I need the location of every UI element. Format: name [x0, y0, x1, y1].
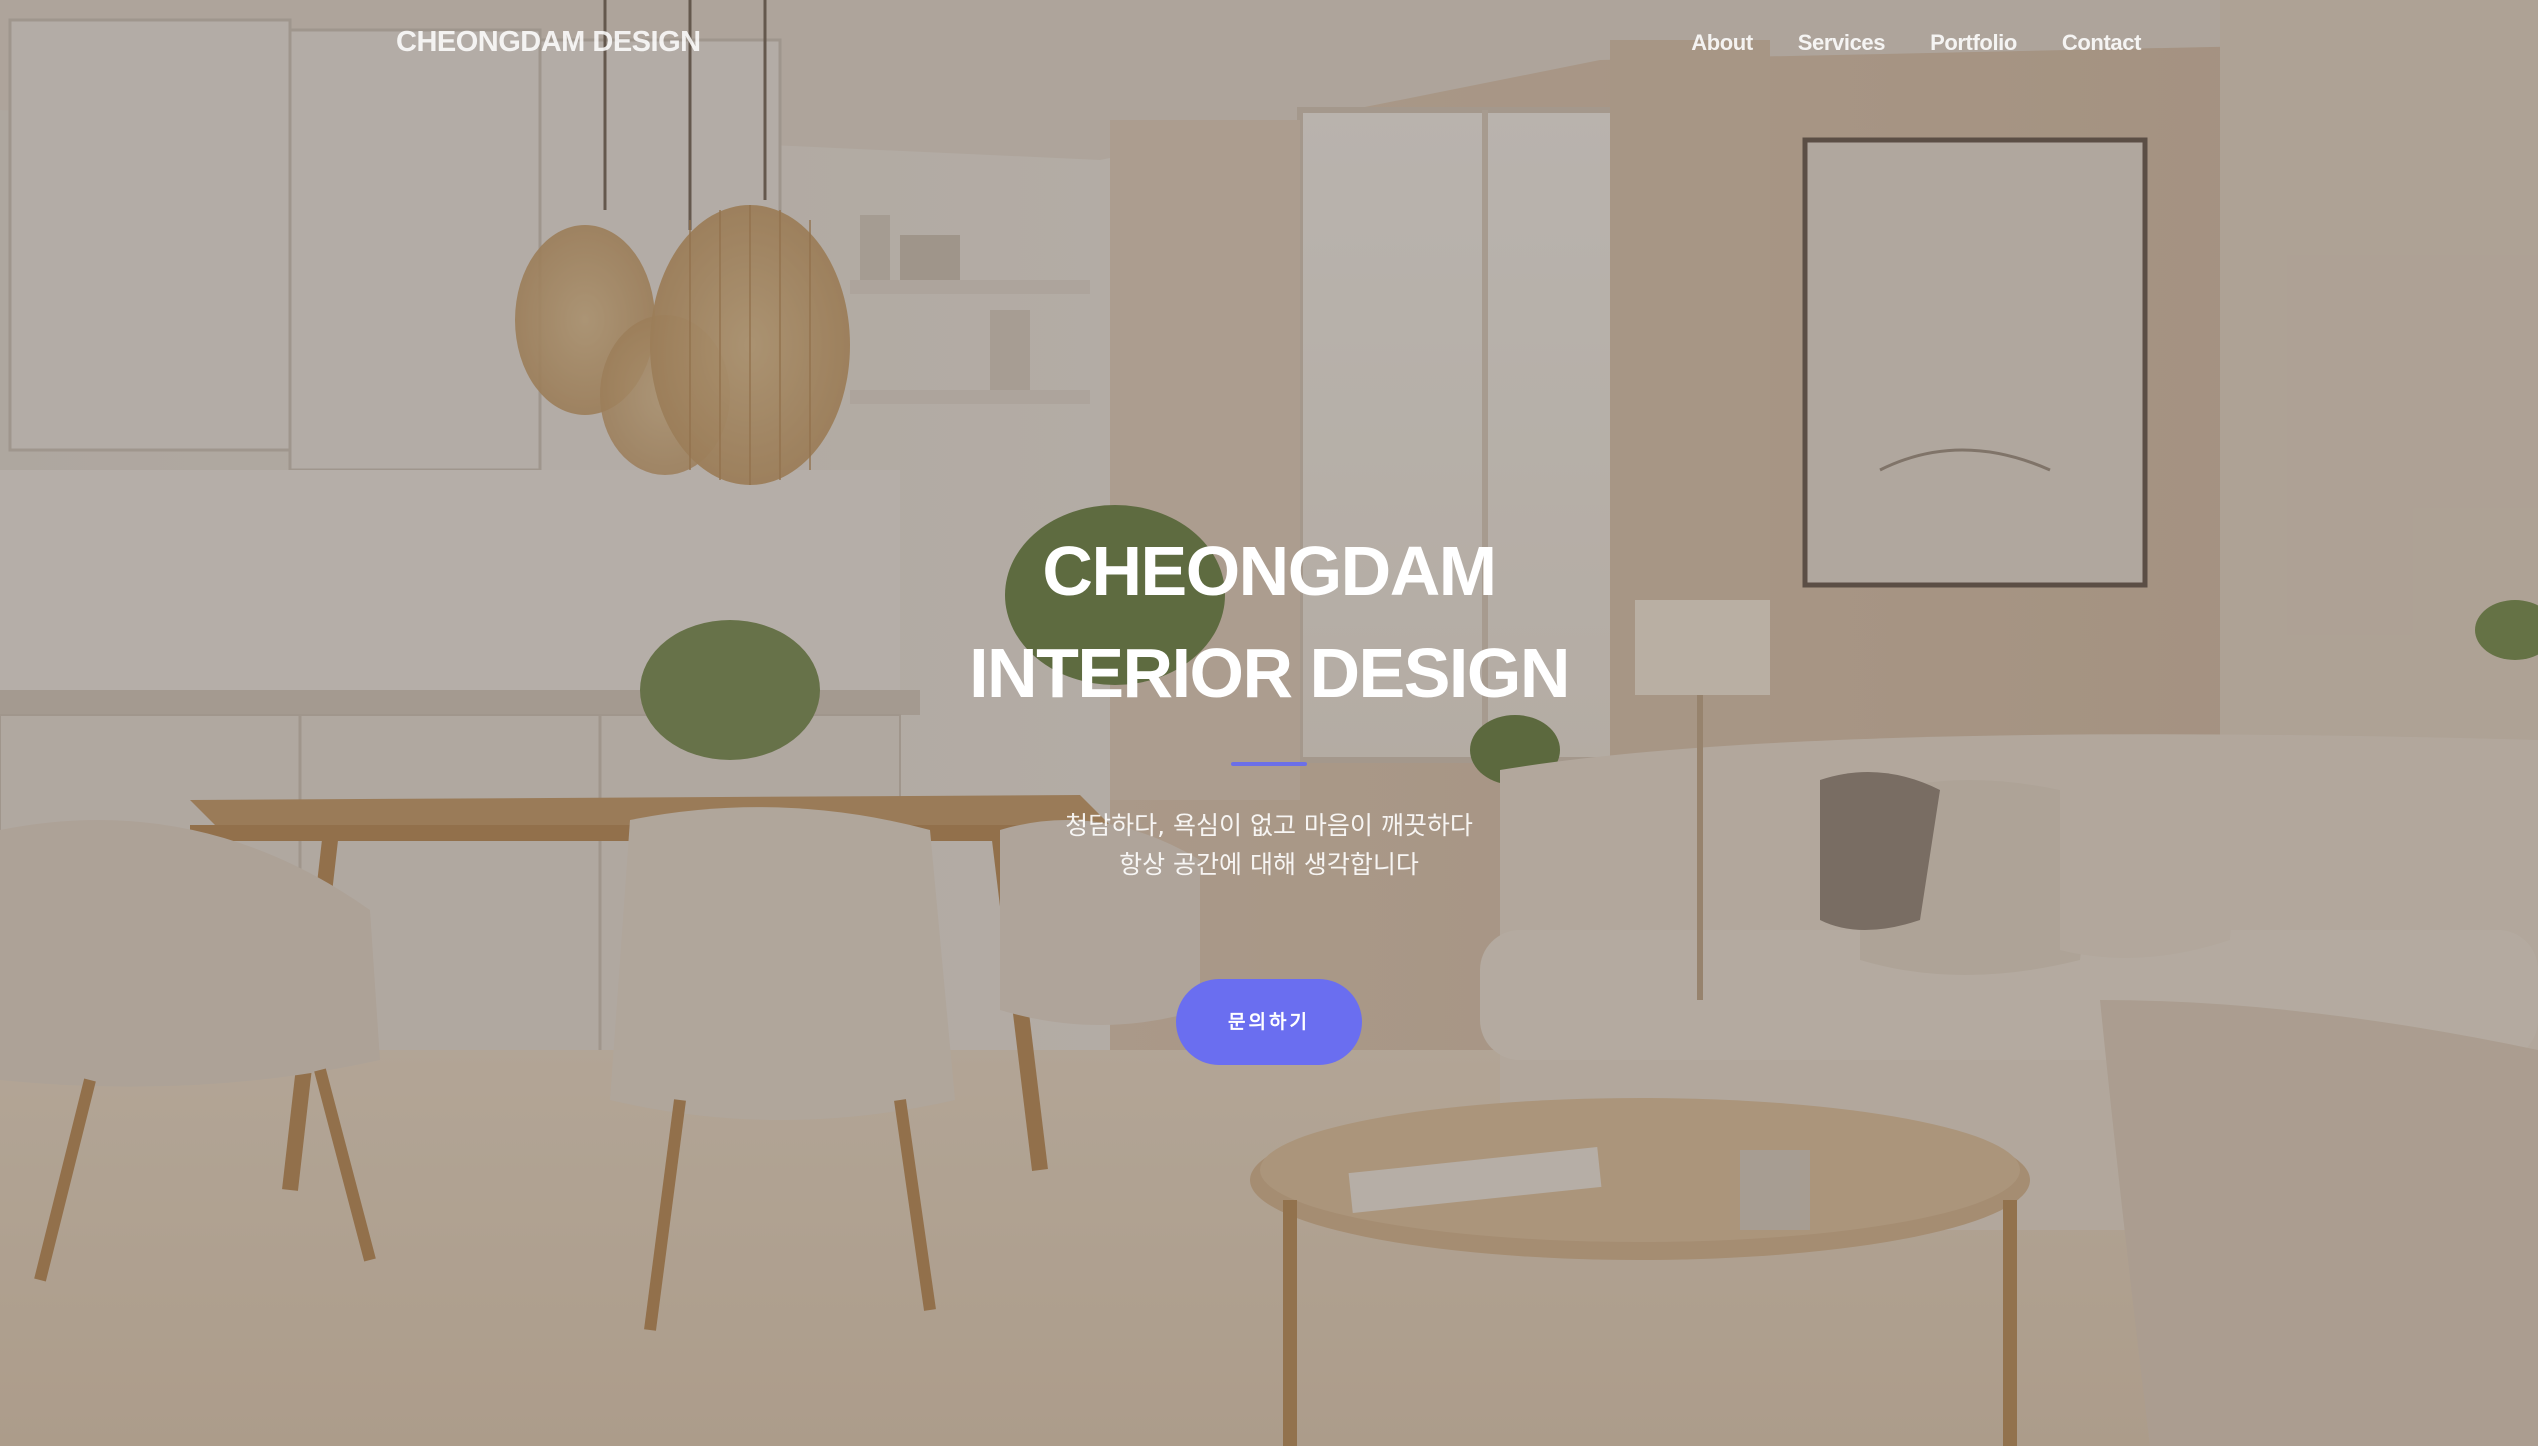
brand-logo[interactable]: CHEONGDAM DESIGN [396, 26, 701, 59]
hero-subtitle-line-2: 항상 공간에 대해 생각합니다 [1119, 850, 1419, 879]
nav-link-portfolio[interactable]: Portfolio [1930, 30, 2017, 56]
hero-divider [1231, 762, 1307, 766]
hero-subtitle-line-1: 청담하다, 욕심이 없고 마음이 깨끗하다 [1065, 811, 1473, 840]
nav-links: About Services Portfolio Contact [1691, 30, 2141, 56]
top-navigation: CHEONGDAM DESIGN About Services Portfoli… [0, 0, 2538, 90]
hero-title-line-2: INTERIOR DESIGN [969, 634, 1570, 712]
hero-subtitle: 청담하다, 욕심이 없고 마음이 깨끗하다 항상 공간에 대해 생각합니다 [0, 806, 2538, 884]
hero-section: CHEONGDAM DESIGN About Services Portfoli… [0, 0, 2538, 1446]
hero-title: CHEONGDAM INTERIOR DESIGN [0, 520, 2538, 724]
hero-content: CHEONGDAM INTERIOR DESIGN 청담하다, 욕심이 없고 마… [0, 520, 2538, 1065]
hero-title-line-1: CHEONGDAM [1042, 532, 1497, 610]
inquiry-button[interactable]: 문의하기 [1176, 979, 1362, 1065]
nav-link-services[interactable]: Services [1798, 30, 1886, 56]
nav-link-about[interactable]: About [1691, 30, 1753, 56]
nav-link-contact[interactable]: Contact [2062, 30, 2141, 56]
